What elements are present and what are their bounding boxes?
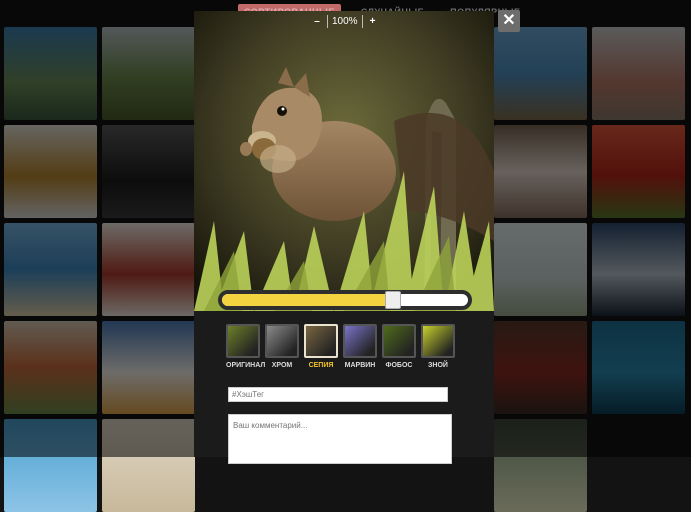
filter-label: ОРИГИНАЛ [226, 362, 266, 369]
filter-label: ХРОМ [271, 362, 293, 369]
filter-thumb [304, 324, 338, 358]
filter-intensity-slider[interactable] [218, 290, 472, 310]
slider-handle[interactable] [384, 291, 401, 309]
close-button[interactable]: ✕ [498, 10, 520, 32]
filter-chrome[interactable]: ХРОМ [265, 324, 299, 369]
filter-original[interactable]: ОРИГИНАЛ [226, 324, 266, 369]
filter-label: ФОБОС [385, 362, 413, 369]
filter-thumb [226, 324, 260, 358]
filter-label: ЗНОЙ [428, 362, 448, 369]
zoom-in-button[interactable]: + [367, 16, 379, 27]
filter-thumb [343, 324, 377, 358]
photo-viewer-modal: – 100% + ОРИГИНАЛ ХРОМ СЕПИЯ МАРВИН ФОБО… [194, 11, 494, 464]
zoom-control: – 100% + [311, 15, 379, 28]
filter-marvin[interactable]: МАРВИН [343, 324, 377, 369]
filter-label: СЕПИЯ [308, 362, 334, 369]
squirrel-photo [194, 11, 494, 311]
filter-heat[interactable]: ЗНОЙ [421, 324, 455, 369]
zoom-level: 100% [327, 15, 363, 28]
filter-sepia[interactable]: СЕПИЯ [304, 324, 338, 369]
filter-thumb [265, 324, 299, 358]
filter-list: ОРИГИНАЛ ХРОМ СЕПИЯ МАРВИН ФОБОС ЗНОЙ [226, 324, 455, 369]
photo-preview: – 100% + [194, 11, 494, 311]
slider-fill [222, 294, 392, 306]
filter-phobos[interactable]: ФОБОС [382, 324, 416, 369]
filter-thumb [382, 324, 416, 358]
filter-thumb [421, 324, 455, 358]
hashtag-input[interactable] [228, 387, 448, 402]
filter-label: МАРВИН [344, 362, 376, 369]
zoom-out-button[interactable]: – [311, 16, 323, 27]
